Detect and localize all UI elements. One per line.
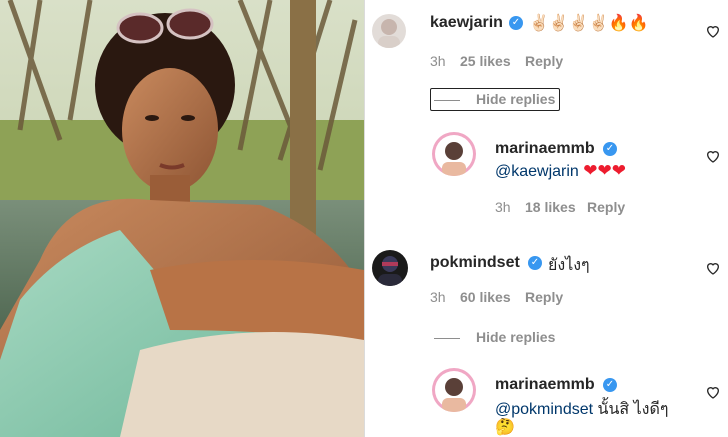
mention-link[interactable]: @kaewjarin: [495, 163, 579, 180]
reply-button[interactable]: Reply: [525, 289, 563, 305]
verified-badge-icon: ✓: [603, 378, 617, 392]
comment-body: นั้นสิ ไงดีๆ: [597, 401, 669, 418]
like-count[interactable]: 18 likes: [525, 199, 576, 215]
comment-text: @pokmindset นั้นสิ ไงดีๆ: [495, 397, 668, 422]
comment-time: 3h: [430, 53, 446, 69]
heart-emoji: ❤❤❤: [583, 161, 627, 181]
verified-badge-icon: ✓: [509, 16, 523, 30]
post-photo: [0, 0, 364, 437]
reply-button[interactable]: Reply: [587, 199, 625, 215]
comment-time: 3h: [430, 289, 446, 305]
divider-line: [434, 337, 460, 339]
avatar[interactable]: [432, 368, 476, 412]
comment-text: ✌🏻✌🏻✌🏻✌🏻🔥🔥: [529, 13, 649, 32]
heart-outline-icon[interactable]: [705, 384, 721, 400]
heart-outline-icon[interactable]: [705, 23, 721, 39]
comment-username[interactable]: marinaemmb: [495, 140, 595, 158]
avatar[interactable]: [372, 250, 408, 286]
verified-badge-icon: ✓: [603, 142, 617, 156]
heart-outline-icon[interactable]: [705, 148, 721, 164]
heart-outline-icon[interactable]: [705, 260, 721, 276]
avatar[interactable]: [432, 132, 476, 176]
hide-replies-button[interactable]: Hide replies: [434, 329, 555, 345]
comment-username[interactable]: kaewjarin: [430, 14, 503, 32]
comment-text: @kaewjarin ❤❤❤: [495, 161, 626, 181]
hide-replies-button[interactable]: Hide replies: [434, 91, 555, 107]
comment-username[interactable]: pokmindset: [430, 254, 520, 272]
like-count[interactable]: 60 likes: [460, 289, 511, 305]
comment-time: 3h: [495, 199, 511, 215]
like-count[interactable]: 25 likes: [460, 53, 511, 69]
mention-link[interactable]: @pokmindset: [495, 401, 593, 418]
reply-button[interactable]: Reply: [525, 53, 563, 69]
comment-text: ยังไงๆ: [548, 257, 590, 274]
hide-replies-label: Hide replies: [476, 91, 556, 107]
verified-badge-icon: ✓: [528, 256, 542, 270]
avatar[interactable]: [372, 14, 406, 48]
comments-panel: kaewjarin ✓ ✌🏻✌🏻✌🏻✌🏻🔥🔥 3h 25 likes Reply…: [365, 0, 728, 437]
thinking-emoji: 🤔: [495, 417, 515, 436]
hide-replies-label: Hide replies: [476, 329, 556, 345]
divider-line: [434, 99, 460, 101]
comment-username[interactable]: marinaemmb: [495, 376, 595, 394]
